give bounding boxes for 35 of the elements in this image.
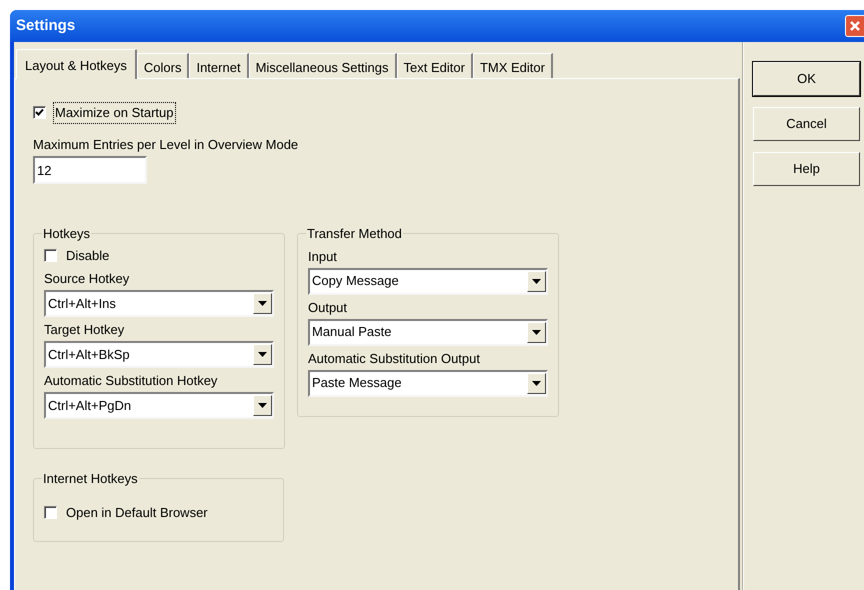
field-label: Automatic Substitution Hotkey (44, 373, 218, 389)
group-title: Transfer Method (306, 225, 403, 243)
dialog-button[interactable]: Cancel (753, 107, 860, 141)
field-label: Target Hotkey (44, 322, 126, 338)
checkbox[interactable] (44, 506, 57, 519)
caret-icon[interactable] (253, 293, 272, 314)
caret-icon[interactable] (253, 344, 272, 365)
dropdown[interactable]: Copy Message (308, 268, 548, 294)
caret-icon[interactable] (527, 270, 546, 292)
dropdown[interactable]: Manual Paste (308, 318, 548, 346)
field-label: Source Hotkey (44, 271, 130, 287)
field-label: Automatic Substitution Output (308, 350, 481, 366)
group-title: Internet Hotkeys (42, 470, 139, 488)
dropdown[interactable]: Ctrl+Alt+PgDn (44, 392, 274, 419)
window-title: Settings (16, 16, 76, 36)
checkbox[interactable] (33, 106, 46, 120)
input-field[interactable]: 12 (33, 156, 147, 184)
close-icon[interactable] (845, 15, 864, 37)
field-label: Maximum Entries per Level in Overview Mode (33, 136, 300, 154)
checkbox-label: Disable (65, 246, 110, 264)
group-title: Hotkeys (42, 225, 91, 243)
caret-icon[interactable] (527, 372, 546, 394)
tab[interactable]: Layout & Hotkeys (16, 49, 137, 79)
field-label: Input (308, 248, 338, 264)
dropdown[interactable]: Ctrl+Alt+Ins (44, 290, 274, 317)
checkbox[interactable] (44, 248, 57, 262)
dialog-button[interactable]: Help (753, 152, 860, 186)
field-label: Output (308, 300, 348, 316)
dialog-button[interactable]: OK (753, 62, 860, 96)
caret-icon[interactable] (253, 395, 272, 416)
caret-icon[interactable] (527, 322, 546, 342)
checkbox-label: Maximize on Startup (54, 103, 174, 122)
checkbox-label: Open in Default Browser (65, 504, 209, 522)
dropdown[interactable]: Paste Message (308, 370, 548, 396)
dropdown[interactable]: Ctrl+Alt+BkSp (44, 341, 274, 368)
